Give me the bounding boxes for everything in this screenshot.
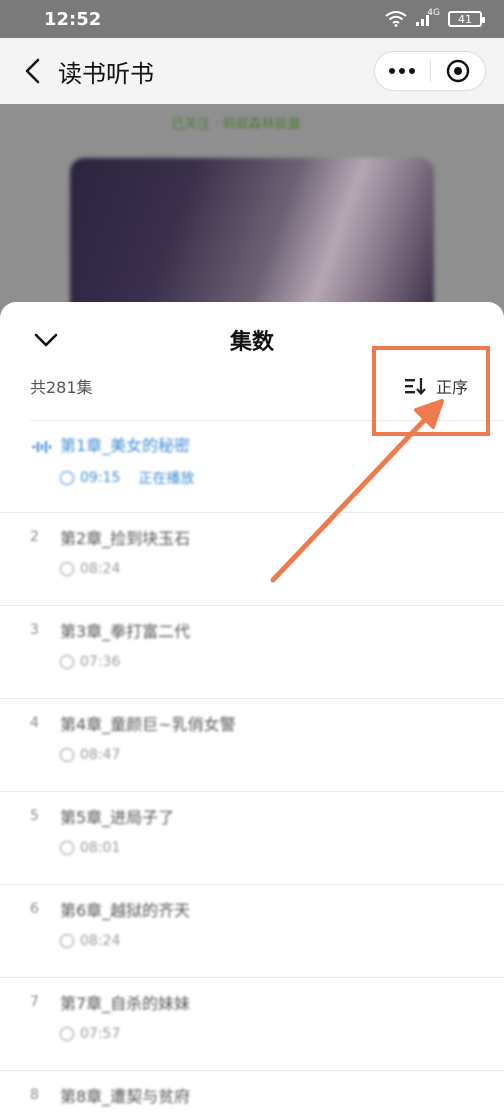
episode-duration: 08:24 — [80, 933, 121, 949]
episode-number: 7 — [30, 994, 39, 1010]
book-cover-image — [70, 158, 434, 318]
status-time: 12:52 — [44, 8, 102, 30]
clock-icon — [60, 934, 74, 948]
network-type: 4G — [427, 8, 440, 18]
page-title: 读书听书 — [58, 59, 154, 88]
episode-item[interactable]: 4 第4章_童颜巨~乳俏女警 08:47 — [0, 699, 504, 792]
episode-duration: 07:36 — [80, 654, 121, 670]
back-arrow-icon — [25, 58, 40, 84]
follow-text: 已关注 · 蚂蚁森林能量 — [171, 116, 301, 132]
episode-meta: 09:15 正在播放 — [60, 468, 194, 488]
episode-meta: 08:47 — [60, 747, 120, 763]
episode-duration: 08:24 — [80, 561, 121, 577]
close-miniprogram-button[interactable] — [431, 52, 486, 90]
episode-item[interactable]: 2 第2章_捡到块玉石 08:24 — [0, 513, 504, 606]
episode-count: 共281集 — [30, 378, 93, 397]
episode-duration: 09:15 — [80, 470, 121, 486]
episode-title: 第3章_拳打富二代 — [60, 622, 191, 641]
status-icons: 4G 41 — [385, 8, 485, 27]
follow-bar: 已关注 · 蚂蚁森林能量 — [114, 110, 358, 134]
more-dots-icon — [389, 68, 416, 74]
clock-icon — [60, 748, 74, 762]
episode-number: 8 — [30, 1087, 39, 1103]
now-playing-icon — [32, 441, 51, 453]
clock-icon — [60, 655, 74, 669]
episode-item[interactable]: 5 第5章_进局子了 08:01 — [0, 792, 504, 885]
episode-meta: 08:24 — [60, 933, 120, 949]
episode-number: 2 — [30, 529, 39, 545]
status-bar: 12:52 4G 41 — [0, 0, 504, 38]
episode-meta: 08:01 — [60, 840, 120, 856]
episode-title: 第8章_遭契与贫府 — [60, 1087, 191, 1106]
episode-duration: 07:57 — [80, 1026, 121, 1042]
episode-duration: 08:47 — [80, 747, 121, 763]
episode-number: 3 — [30, 622, 39, 638]
playing-status: 正在播放 — [138, 471, 195, 487]
episode-title: 第4章_童颜巨~乳俏女警 — [60, 715, 236, 734]
back-button[interactable] — [18, 57, 46, 85]
wifi-icon — [385, 11, 407, 27]
episode-number: 4 — [30, 715, 39, 731]
clock-icon — [60, 471, 74, 485]
episode-title: 第6章_越狱的齐天 — [60, 901, 191, 920]
episode-title: 第1章_美女的秘密 — [60, 436, 191, 455]
clock-icon — [60, 841, 74, 855]
episode-number: 6 — [30, 901, 39, 917]
episode-title: 第2章_捡到块玉石 — [60, 529, 191, 548]
episode-number: 5 — [30, 808, 39, 824]
episode-meta: 08:24 — [60, 561, 120, 577]
episode-title: 第7章_自杀的妹妹 — [60, 994, 191, 1013]
battery-level: 41 — [458, 12, 472, 26]
episode-meta: 07:57 — [60, 1026, 120, 1042]
more-button[interactable] — [375, 52, 430, 90]
episode-item[interactable]: 3 第3章_拳打富二代 07:36 — [0, 606, 504, 699]
mini-program-capsule — [374, 51, 486, 91]
nav-header: 读书听书 — [0, 38, 504, 104]
annotation-highlight-box — [372, 346, 490, 436]
episode-list: 第1章_美女的秘密 09:15 正在播放 2 第2章_捡到块玉石 08:24 3 第3章_拳打… — [0, 420, 504, 1120]
clock-icon — [60, 1027, 74, 1041]
episode-title: 第5章_进局子了 — [60, 808, 175, 827]
clock-icon — [60, 562, 74, 576]
episode-meta: 07:36 — [60, 654, 120, 670]
episode-duration: 08:01 — [80, 840, 121, 856]
episode-item[interactable]: 7 第7章_自杀的妹妹 07:57 — [0, 978, 504, 1071]
episode-item[interactable]: 6 第6章_越狱的齐天 08:24 — [0, 885, 504, 978]
target-circle-icon — [446, 59, 469, 83]
battery-icon: 41 — [448, 11, 485, 27]
episode-item[interactable]: 8 第8章_遭契与贫府 — [0, 1071, 504, 1120]
